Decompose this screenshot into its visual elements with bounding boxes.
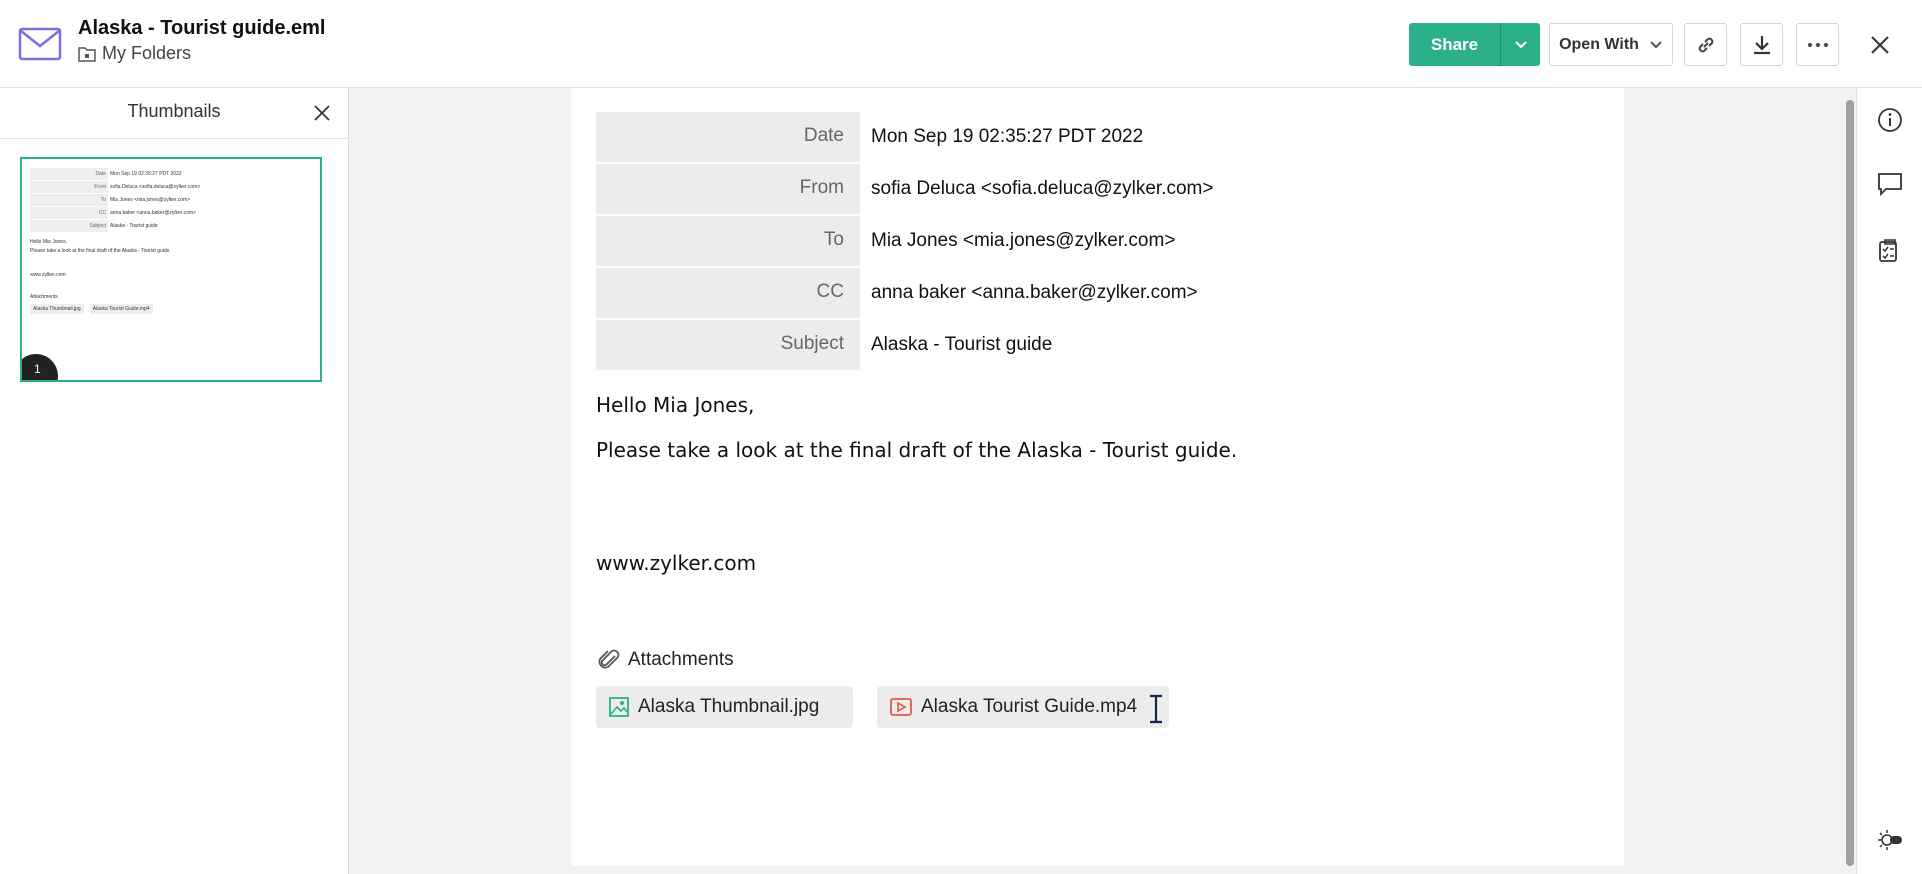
open-with-label: Open With bbox=[1559, 35, 1639, 53]
page-thumbnail[interactable]: Date Mon Sep 19 02:35:27 PDT 2022 From sof… bbox=[20, 157, 322, 382]
field-label: To bbox=[596, 216, 860, 266]
meta-row-subject: Subject Alaska - Tourist guide bbox=[596, 320, 1238, 370]
thumbnail-meta-table: Date Mon Sep 19 02:35:27 PDT 2022 From sof… bbox=[30, 167, 208, 233]
task-checklist-icon[interactable] bbox=[1876, 236, 1904, 264]
theme-toggle-icon[interactable] bbox=[1876, 826, 1904, 854]
attachment-chip[interactable]: Alaska Tourist Guide.mp4 bbox=[877, 686, 1169, 728]
attachment-chip[interactable]: Alaska Thumbnail.jpg bbox=[596, 686, 853, 728]
folder-icon bbox=[78, 46, 96, 62]
meta-row-from: From sofia Deluca <sofia.deluca@zylker.c… bbox=[596, 164, 1238, 214]
thumbnails-header: Thumbnails bbox=[0, 88, 348, 139]
meta-row-date: Date Mon Sep 19 02:35:27 PDT 2022 bbox=[596, 112, 1238, 162]
attachment-name: Alaska Thumbnail.jpg bbox=[638, 696, 820, 717]
email-greeting: Hello Mia Jones, bbox=[596, 393, 755, 417]
close-icon bbox=[1871, 36, 1889, 54]
close-icon[interactable] bbox=[312, 103, 332, 123]
download-icon bbox=[1753, 35, 1770, 54]
field-label: CC bbox=[596, 268, 860, 318]
email-header-table: Date Mon Sep 19 02:35:27 PDT 2022 From s… bbox=[596, 112, 1238, 372]
folder-name: My Folders bbox=[102, 43, 192, 63]
thumbnails-title: Thumbnails bbox=[127, 101, 221, 121]
share-dropdown-toggle[interactable] bbox=[1501, 23, 1540, 66]
field-value: Alaska - Tourist guide bbox=[871, 334, 1053, 355]
close-viewer-button[interactable] bbox=[1865, 30, 1895, 60]
field-label: Subject bbox=[596, 320, 860, 370]
meta-row-to: To Mia Jones <mia.jones@zylker.com> bbox=[596, 216, 1238, 266]
meta-row-cc: CC anna baker <anna.baker@zylker.com> bbox=[596, 268, 1238, 318]
mail-icon bbox=[18, 27, 62, 61]
video-file-icon bbox=[890, 698, 912, 716]
field-value: sofia Deluca <sofia.deluca@zylker.com> bbox=[871, 178, 1214, 199]
comment-icon[interactable] bbox=[1876, 170, 1904, 198]
share-button[interactable]: Share bbox=[1409, 23, 1540, 66]
attachments-heading: Attachments bbox=[596, 648, 734, 672]
more-horizontal-icon bbox=[1807, 42, 1828, 47]
download-button[interactable] bbox=[1740, 23, 1783, 66]
right-toolbar bbox=[1856, 88, 1922, 874]
chevron-down-icon bbox=[1514, 40, 1527, 48]
field-label: From bbox=[596, 164, 860, 214]
email-signature-link[interactable]: www.zylker.com bbox=[596, 551, 756, 575]
image-file-icon bbox=[609, 697, 629, 717]
open-with-button[interactable]: Open With bbox=[1549, 23, 1673, 66]
thumbnails-panel: Thumbnails Date Mon Sep 19 02:35:27 PDT 2… bbox=[0, 88, 349, 874]
file-title: Alaska - Tourist guide.eml bbox=[78, 17, 326, 39]
copy-link-button[interactable] bbox=[1684, 23, 1727, 66]
field-value: anna baker <anna.baker@zylker.com> bbox=[871, 282, 1198, 303]
thumbnail-preview: Date Mon Sep 19 02:35:27 PDT 2022 From sof… bbox=[30, 167, 208, 314]
attachment-name: Alaska Tourist Guide.mp4 bbox=[921, 696, 1138, 717]
scrollbar-thumb[interactable] bbox=[1846, 100, 1854, 866]
paperclip-icon bbox=[598, 649, 620, 669]
field-label: Date bbox=[596, 112, 860, 162]
more-options-button[interactable] bbox=[1796, 23, 1839, 66]
vertical-scrollbar[interactable] bbox=[1846, 100, 1854, 866]
viewer-header: Alaska - Tourist guide.eml My Folders Sh… bbox=[0, 0, 1922, 88]
field-value: Mia Jones <mia.jones@zylker.com> bbox=[871, 230, 1176, 251]
text-cursor-icon bbox=[1150, 694, 1162, 724]
chevron-down-icon bbox=[1650, 40, 1662, 48]
attachments-label: Attachments bbox=[628, 649, 734, 670]
page-number-badge: 1 bbox=[22, 354, 58, 380]
link-icon bbox=[1698, 37, 1713, 52]
field-value: Mon Sep 19 02:35:27 PDT 2022 bbox=[871, 126, 1144, 147]
email-body: Please take a look at the final draft of… bbox=[596, 438, 1238, 462]
info-icon[interactable] bbox=[1876, 106, 1904, 134]
share-label: Share bbox=[1430, 34, 1479, 54]
folder-breadcrumb[interactable]: My Folders bbox=[78, 43, 191, 64]
